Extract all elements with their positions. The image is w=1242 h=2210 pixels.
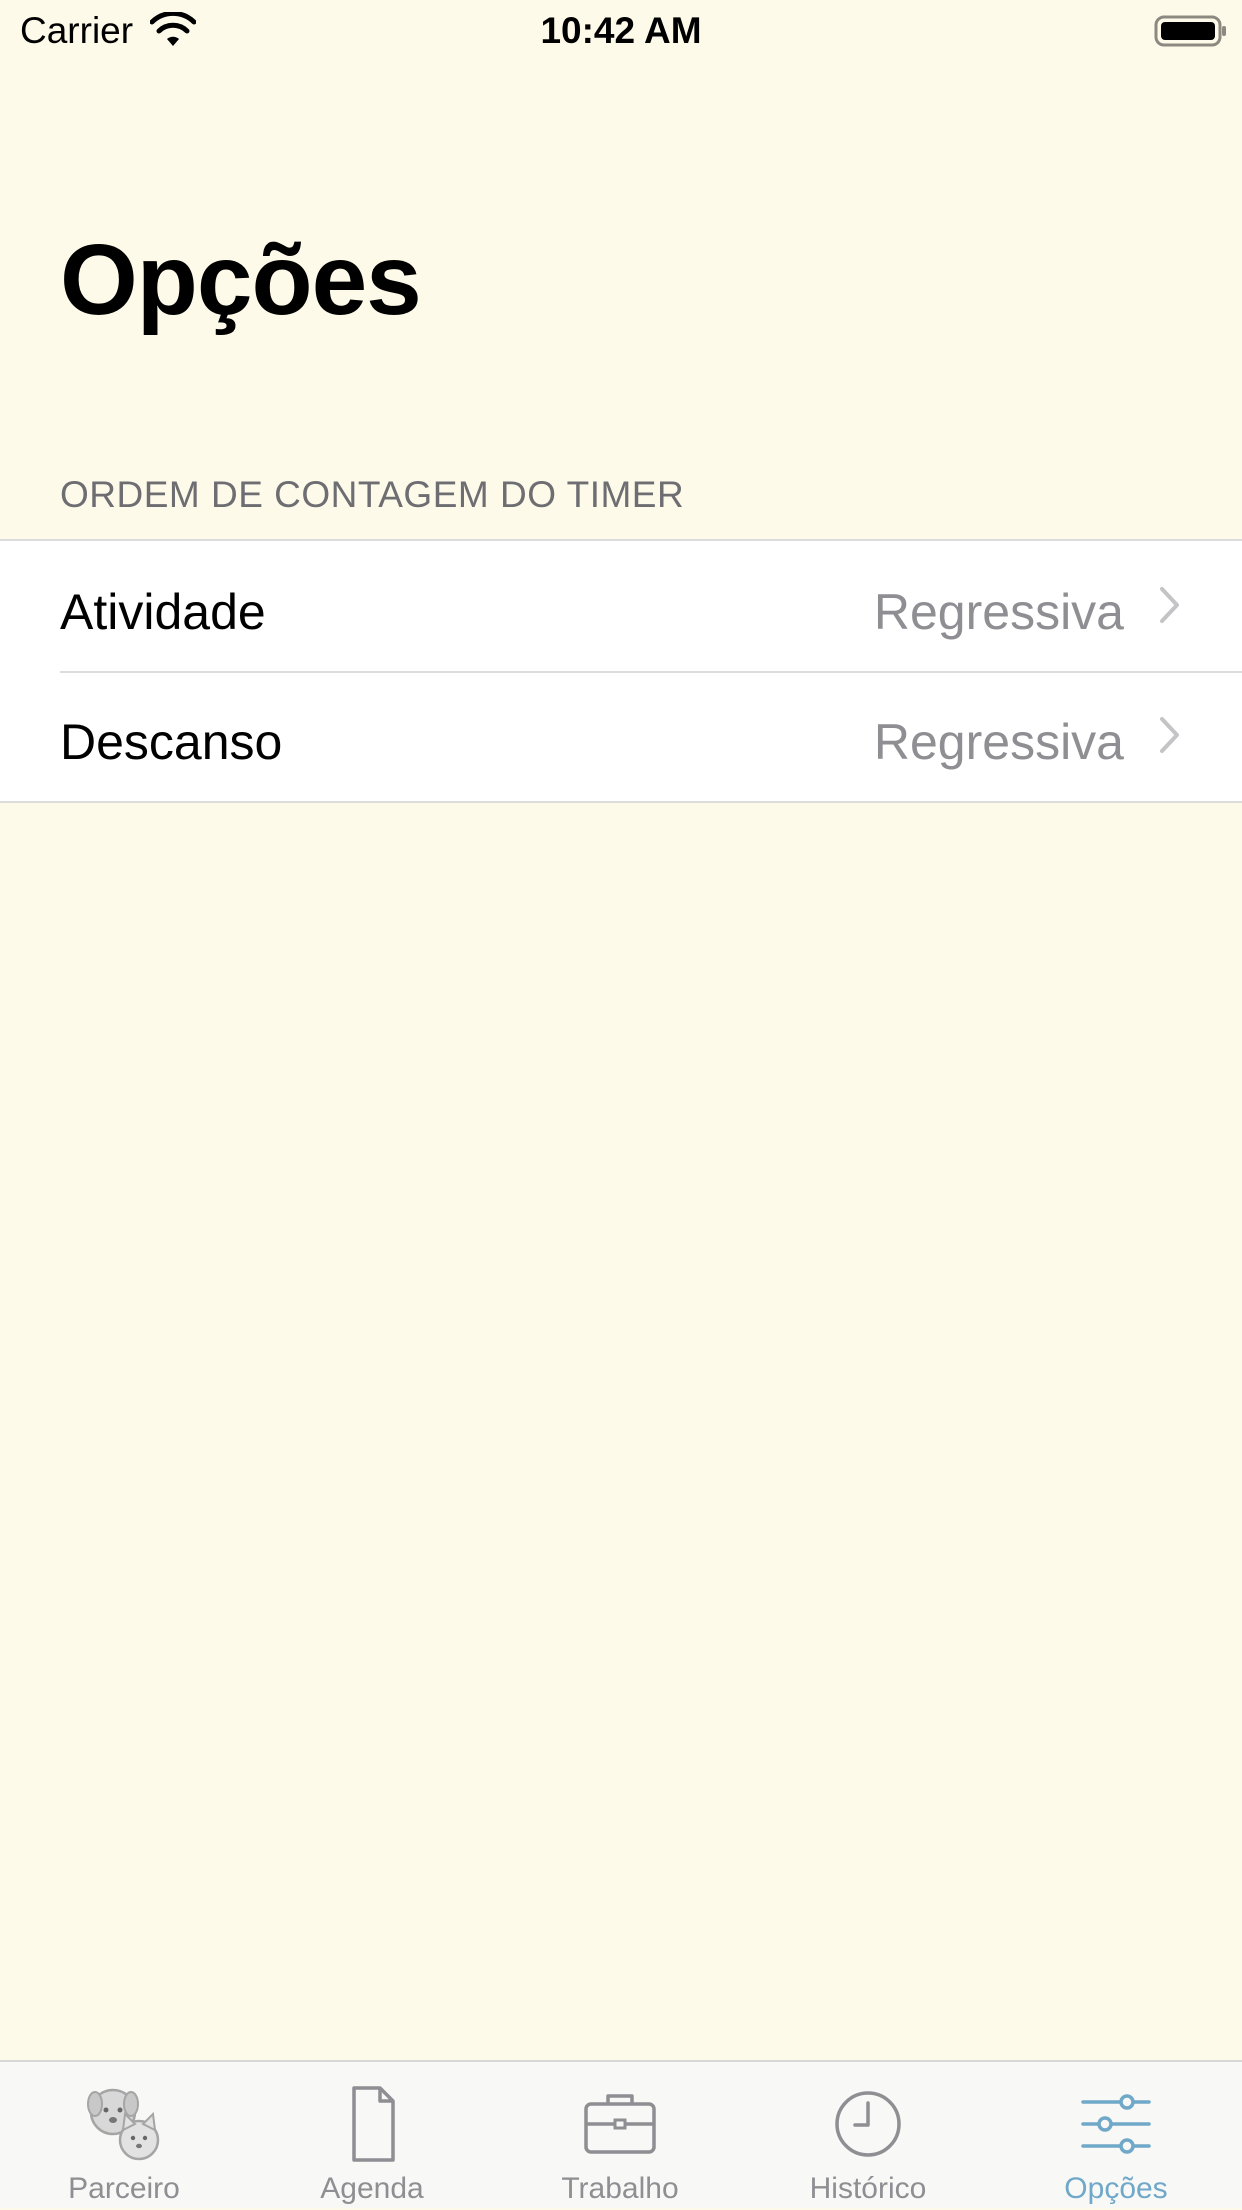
row-label: Atividade [60, 584, 266, 640]
tab-agenda[interactable]: Agenda [248, 2062, 496, 2210]
clock-icon [835, 2091, 901, 2157]
row-value: Regressiva [873, 584, 1124, 640]
tab-parceiro[interactable]: Parceiro [0, 2062, 248, 2210]
tab-historico[interactable]: Histórico [744, 2062, 992, 2210]
settings-row-descanso[interactable]: Descanso Regressiva [0, 671, 1242, 801]
tab-label: Trabalho [561, 2172, 679, 2205]
sliders-icon [1081, 2094, 1151, 2154]
tab-trabalho[interactable]: Trabalho [496, 2062, 744, 2210]
row-value: Regressiva [873, 714, 1124, 770]
tab-label: Opções [1064, 2172, 1168, 2205]
tab-label: Histórico [809, 2172, 927, 2205]
tab-label: Parceiro [68, 2172, 180, 2205]
pets-icon [87, 2088, 160, 2161]
tab-opcoes[interactable]: Opções [992, 2062, 1240, 2210]
document-icon [352, 2086, 395, 2162]
battery-icon [1154, 15, 1226, 47]
row-label: Descanso [60, 714, 283, 770]
settings-list: Atividade Regressiva Descanso Regressiva [0, 539, 1242, 803]
section-header: ORDEM DE CONTAGEM DO TIMER [60, 474, 685, 515]
briefcase-icon [584, 2094, 656, 2154]
chevron-right-icon [1160, 717, 1179, 753]
page-title: Opções [60, 224, 422, 336]
tab-bar: Parceiro Agenda Trabalho Histórico Opçõe… [0, 2060, 1242, 2208]
chevron-right-icon [1160, 587, 1179, 623]
status-time: 10:42 AM [540, 10, 702, 51]
status-bar: Carrier 10:42 AM [0, 0, 1242, 62]
tab-label: Agenda [320, 2172, 424, 2205]
settings-row-atividade[interactable]: Atividade Regressiva [0, 541, 1242, 671]
